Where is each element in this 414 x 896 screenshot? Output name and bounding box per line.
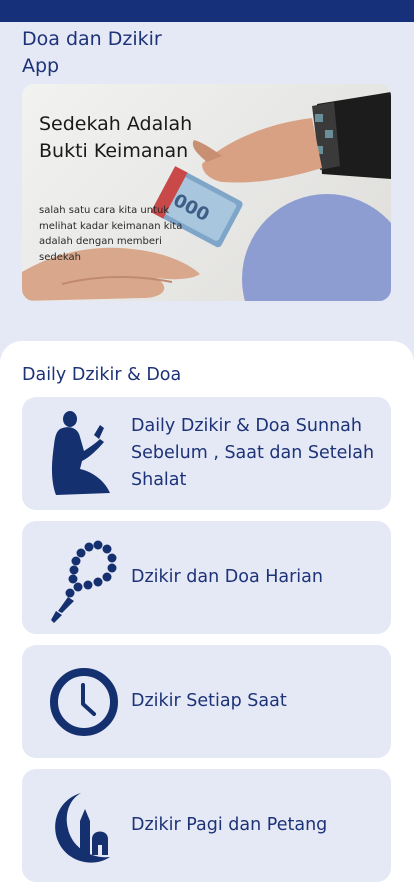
menu-label: Dzikir dan Doa Harian [131, 567, 323, 587]
app-title: Doa dan Dzikir App [22, 28, 162, 77]
banner-subtitle: salah satu cara kita untuk melihat kadar… [39, 205, 183, 263]
menu-label: Dzikir Setiap Saat [131, 691, 287, 711]
menu-card-harian[interactable]: Dzikir dan Doa Harian [22, 521, 391, 634]
praying-man-icon [52, 411, 110, 495]
menu-label: Daily Dzikir & Doa Sunnah Sebelum , Saat… [131, 416, 375, 490]
status-bar [0, 0, 414, 22]
menu-label: Dzikir Pagi dan Petang [131, 815, 328, 835]
clock-icon [50, 668, 118, 736]
promo-banner[interactable]: 000 Sedekah Adalah Bukti Keimanan salah … [22, 84, 391, 301]
banner-title: Sedekah Adalah Bukti Keimanan [39, 113, 193, 162]
menu-card-shalat[interactable]: Daily Dzikir & Doa Sunnah Sebelum , Saat… [22, 397, 391, 510]
section-title: Daily Dzikir & Doa [22, 365, 182, 385]
menu-card-setiap-saat[interactable]: Dzikir Setiap Saat [22, 645, 391, 758]
menu-card-pagi-petang[interactable]: Dzikir Pagi dan Petang [22, 769, 391, 882]
prayer-beads-icon [51, 540, 117, 623]
crescent-mosque-icon [55, 793, 110, 863]
